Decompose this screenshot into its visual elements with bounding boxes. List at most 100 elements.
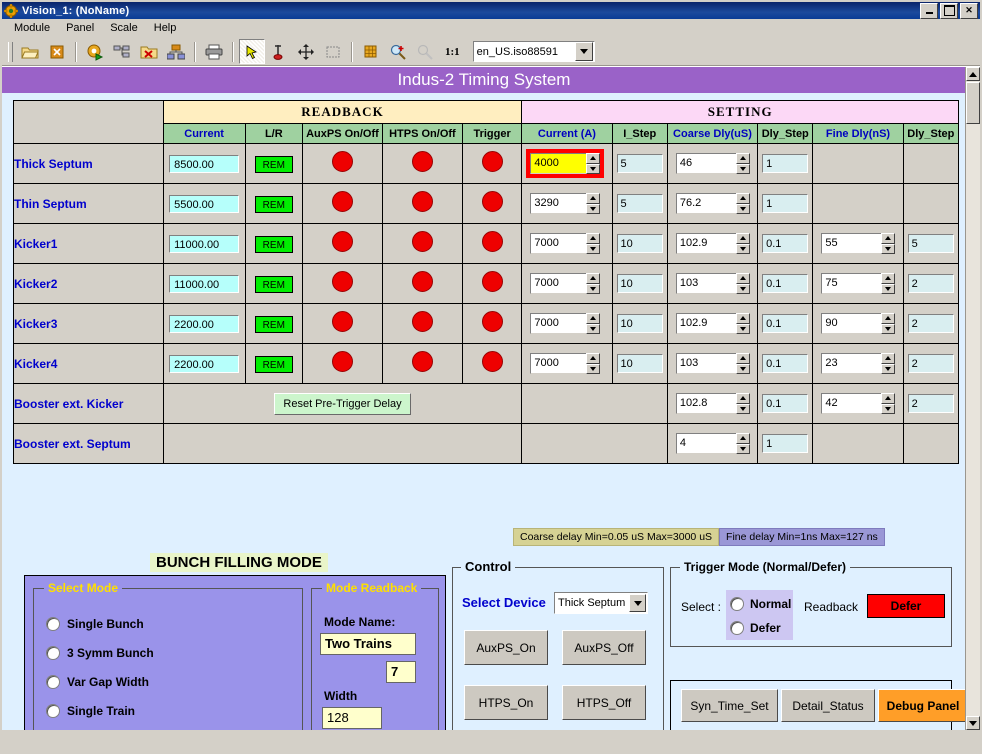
rectangle-icon[interactable]: [320, 39, 346, 64]
syn-time-set-button[interactable]: Syn_Time_Set: [681, 689, 778, 722]
trigger-option-normal[interactable]: Normal: [730, 597, 791, 611]
setting-fine-step-field[interactable]: 2: [907, 314, 954, 333]
setting-fine-spinner-value[interactable]: 90: [821, 313, 882, 334]
setting-current-spinner[interactable]: 3290: [530, 193, 601, 214]
setting-fine-spinner-stepper[interactable]: [881, 233, 896, 254]
zoom-in-icon[interactable]: [385, 39, 411, 64]
setting-coarse-step-field[interactable]: 1: [762, 194, 809, 213]
stepper-down-icon[interactable]: [881, 403, 896, 414]
mode-radio-2[interactable]: Var Gap Width: [46, 675, 149, 689]
setting-coarse-spinner-value[interactable]: 46: [675, 153, 736, 174]
stepper-down-icon[interactable]: [735, 323, 750, 334]
menu-module[interactable]: Module: [6, 20, 58, 36]
setting-coarse-spinner-stepper[interactable]: [735, 353, 750, 374]
maximize-button[interactable]: [940, 2, 958, 19]
network-icon[interactable]: [163, 39, 189, 64]
zoom-out-icon[interactable]: [412, 39, 438, 64]
minimize-button[interactable]: [920, 2, 938, 19]
detail-status-button[interactable]: Detail_Status: [781, 689, 875, 722]
stepper-up-icon[interactable]: [881, 393, 896, 404]
stepper-up-icon[interactable]: [586, 233, 601, 244]
stepper-down-icon[interactable]: [586, 243, 601, 254]
setting-istep-field[interactable]: 10: [616, 274, 663, 293]
setting-fine-spinner[interactable]: 90: [821, 313, 896, 334]
stepper-down-icon[interactable]: [735, 363, 750, 374]
stepper-up-icon[interactable]: [735, 353, 750, 364]
stepper-down-icon[interactable]: [586, 283, 601, 294]
setting-coarse-spinner-value[interactable]: 102.9: [675, 233, 736, 254]
auxps-on-button[interactable]: AuxPS_On: [464, 630, 548, 665]
setting-coarse-spinner[interactable]: 4: [675, 433, 750, 454]
setting-current-spinner-stepper[interactable]: [586, 273, 601, 294]
setting-fine-spinner-value[interactable]: 42: [821, 393, 882, 414]
stepper-up-icon[interactable]: [586, 353, 601, 364]
setting-fine-spinner-stepper[interactable]: [881, 273, 896, 294]
setting-fine-step-field[interactable]: 2: [907, 394, 954, 413]
menu-scale[interactable]: Scale: [102, 20, 146, 36]
trigger-option-defer[interactable]: Defer: [730, 621, 781, 635]
stepper-down-icon[interactable]: [735, 403, 750, 414]
auxps-off-button[interactable]: AuxPS_Off: [562, 630, 646, 665]
setting-current-spinner[interactable]: 7000: [530, 353, 601, 374]
stepper-up-icon[interactable]: [586, 153, 601, 164]
setting-coarse-spinner-value[interactable]: 102.8: [675, 393, 736, 414]
grid-icon[interactable]: [358, 39, 384, 64]
setting-fine-spinner[interactable]: 55: [821, 233, 896, 254]
stepper-down-icon[interactable]: [735, 203, 750, 214]
menu-help[interactable]: Help: [146, 20, 185, 36]
select-device-dropdown[interactable]: Thick Septum: [554, 592, 648, 614]
setting-coarse-spinner-stepper[interactable]: [735, 313, 750, 334]
setting-coarse-step-field[interactable]: 1: [762, 434, 809, 453]
gear-run-icon[interactable]: [82, 39, 108, 64]
stepper-up-icon[interactable]: [735, 233, 750, 244]
setting-fine-spinner-stepper[interactable]: [881, 353, 896, 374]
setting-coarse-step-field[interactable]: 1: [762, 154, 809, 173]
setting-coarse-spinner[interactable]: 103: [675, 273, 750, 294]
setting-coarse-spinner-value[interactable]: 103: [675, 273, 736, 294]
print-icon[interactable]: [201, 39, 227, 64]
menu-panel[interactable]: Panel: [58, 20, 102, 36]
stepper-up-icon[interactable]: [735, 313, 750, 324]
stepper-up-icon[interactable]: [735, 433, 750, 444]
setting-fine-spinner-value[interactable]: 55: [821, 233, 882, 254]
move-icon[interactable]: [293, 39, 319, 64]
stepper-down-icon[interactable]: [735, 243, 750, 254]
setting-coarse-spinner[interactable]: 76.2: [675, 193, 750, 214]
setting-fine-spinner-stepper[interactable]: [881, 393, 896, 414]
stepper-up-icon[interactable]: [881, 233, 896, 244]
setting-fine-step-field[interactable]: 5: [907, 234, 954, 253]
setting-coarse-spinner-stepper[interactable]: [735, 433, 750, 454]
stepper-up-icon[interactable]: [586, 273, 601, 284]
setting-istep-field[interactable]: 10: [616, 314, 663, 333]
zoom-ratio-label[interactable]: 1:1: [439, 46, 466, 58]
setting-coarse-spinner[interactable]: 102.8: [675, 393, 750, 414]
stepper-up-icon[interactable]: [881, 273, 896, 284]
locale-select[interactable]: en_US.iso88591: [472, 41, 595, 62]
setting-fine-spinner[interactable]: 75: [821, 273, 896, 294]
setting-coarse-spinner[interactable]: 102.9: [675, 233, 750, 254]
setting-coarse-step-field[interactable]: 0.1: [762, 234, 809, 253]
debug-icon[interactable]: [266, 39, 292, 64]
setting-current-spinner-value[interactable]: 4000: [530, 153, 587, 174]
hierarchy-icon[interactable]: [109, 39, 135, 64]
chevron-down-icon[interactable]: [629, 594, 646, 612]
htps-on-button[interactable]: HTPS_On: [464, 685, 548, 720]
scroll-down-icon[interactable]: [966, 716, 980, 730]
stepper-up-icon[interactable]: [735, 273, 750, 284]
setting-coarse-spinner-stepper[interactable]: [735, 193, 750, 214]
setting-fine-spinner[interactable]: 23: [821, 353, 896, 374]
stepper-down-icon[interactable]: [735, 443, 750, 454]
stepper-down-icon[interactable]: [586, 323, 601, 334]
mode-radio-1[interactable]: 3 Symm Bunch: [46, 646, 154, 660]
setting-coarse-spinner-value[interactable]: 102.9: [675, 313, 736, 334]
open-folder-icon[interactable]: [17, 39, 43, 64]
reset-pre-trigger-delay-button[interactable]: Reset Pre-Trigger Delay: [274, 392, 411, 415]
stepper-down-icon[interactable]: [586, 163, 601, 174]
setting-istep-field[interactable]: 5: [616, 194, 663, 213]
stepper-up-icon[interactable]: [586, 193, 601, 204]
setting-coarse-spinner[interactable]: 103: [675, 353, 750, 374]
setting-coarse-step-field[interactable]: 0.1: [762, 274, 809, 293]
setting-coarse-spinner-value[interactable]: 4: [675, 433, 736, 454]
stepper-down-icon[interactable]: [586, 363, 601, 374]
stepper-down-icon[interactable]: [881, 283, 896, 294]
